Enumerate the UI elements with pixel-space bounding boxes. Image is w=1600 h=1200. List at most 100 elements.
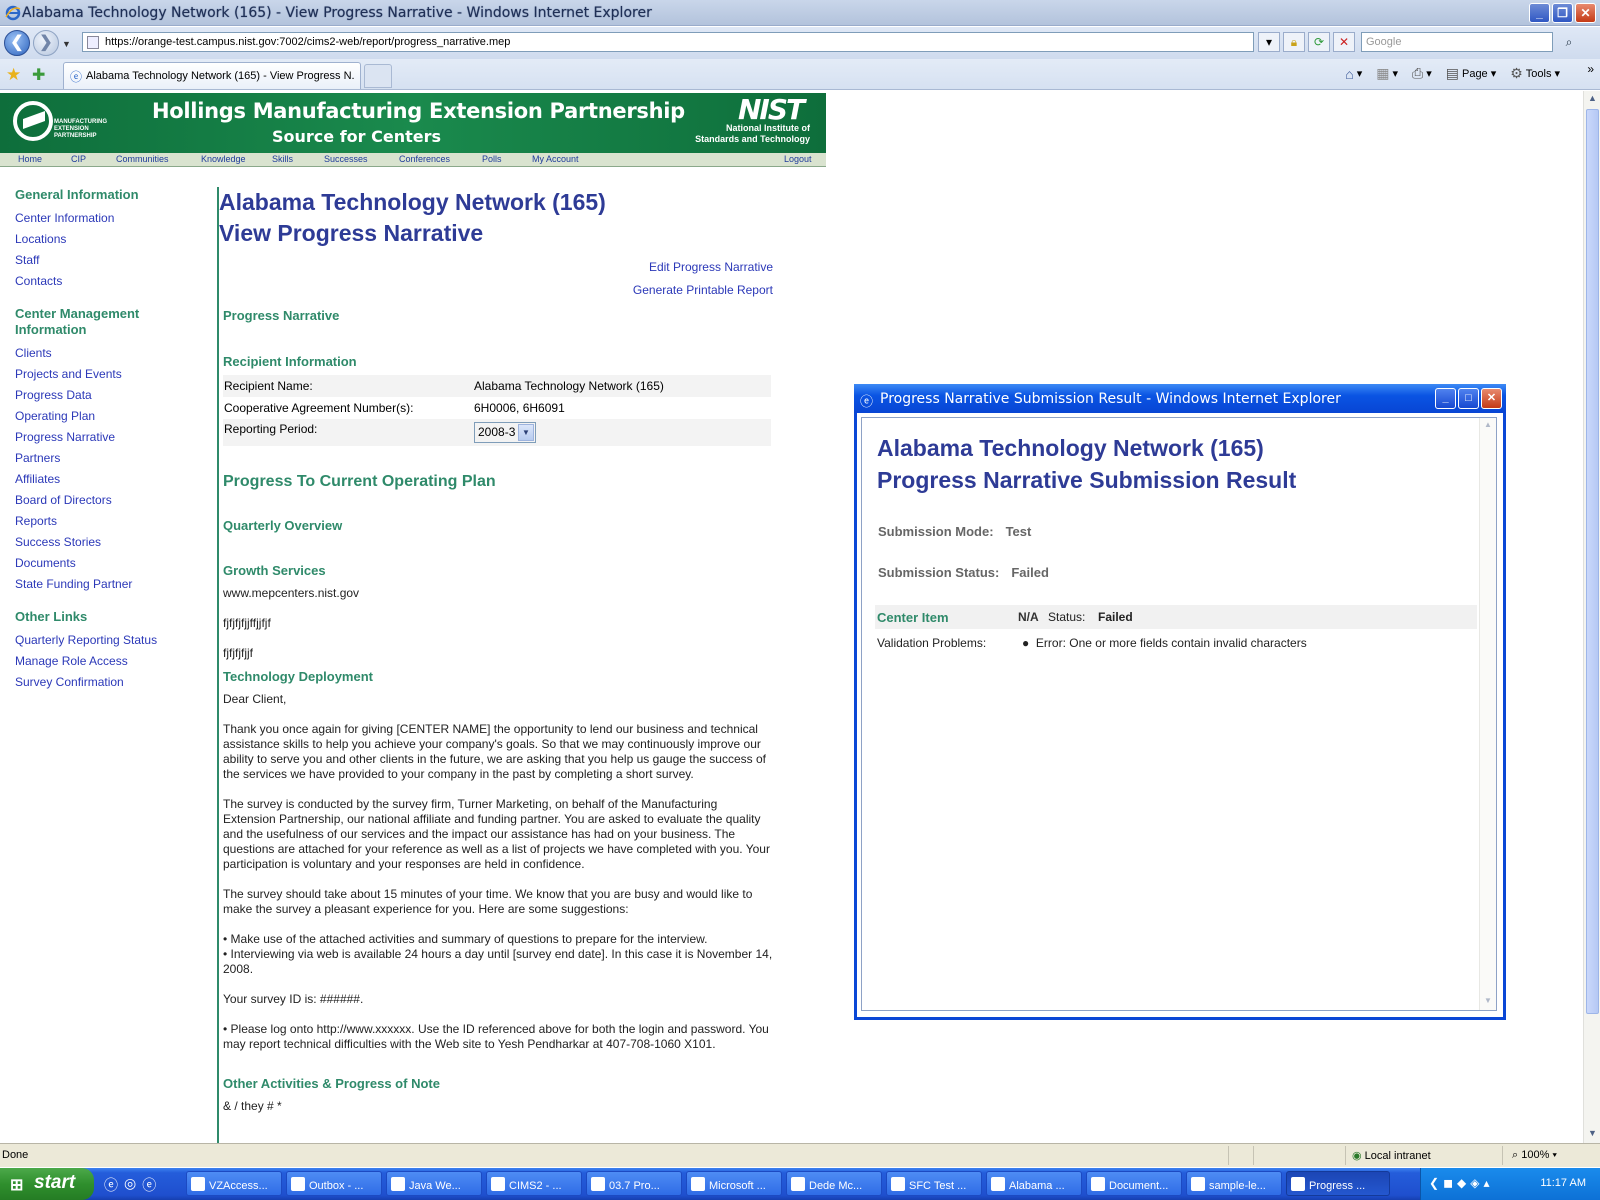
nav-state-funding-partner[interactable]: State Funding Partner: [15, 574, 210, 595]
taskbar-button[interactable]: 03.7 Pro...: [586, 1171, 682, 1196]
nav-projects-events[interactable]: Projects and Events: [15, 364, 210, 385]
stop-icon[interactable]: ✕: [1333, 32, 1355, 52]
taskbar-button[interactable]: Dede Mc...: [786, 1171, 882, 1196]
address-field[interactable]: https://orange-test.campus.nist.gov:7002…: [82, 32, 1254, 52]
nav-progress-data[interactable]: Progress Data: [15, 385, 210, 406]
restore-button[interactable]: ❐: [1552, 3, 1573, 23]
ie-quicklaunch-icon[interactable]: ⓔ: [104, 1175, 118, 1195]
taskbar-button[interactable]: Java We...: [386, 1171, 482, 1196]
popup-scrollbar[interactable]: ▲ ▼: [1479, 418, 1496, 1010]
nav-documents[interactable]: Documents: [15, 553, 210, 574]
nav-polls[interactable]: Polls: [482, 154, 502, 164]
taskbar-button[interactable]: Microsoft ...: [686, 1171, 782, 1196]
taskbar-button-label: Document...: [1109, 1180, 1169, 1192]
scroll-down-icon[interactable]: ▼: [1482, 996, 1494, 1008]
nav-conferences[interactable]: Conferences: [399, 154, 450, 164]
forward-button[interactable]: ❯: [33, 30, 59, 56]
scroll-up-icon[interactable]: ▲: [1586, 93, 1599, 106]
tray-network-icon[interactable]: ◆: [1457, 1176, 1466, 1190]
tray-shield-icon[interactable]: ◈: [1470, 1176, 1479, 1190]
outlook-quicklaunch-icon[interactable]: ◎: [124, 1175, 136, 1195]
taskbar-button[interactable]: CIMS2 - ...: [486, 1171, 582, 1196]
lock-icon[interactable]: 🔒︎: [1283, 32, 1305, 52]
nav-survey-confirmation[interactable]: Survey Confirmation: [15, 672, 210, 693]
nav-affiliates[interactable]: Affiliates: [15, 469, 210, 490]
popup-heading-line1: Alabama Technology Network (165): [877, 435, 1264, 461]
new-tab-button[interactable]: [364, 64, 392, 88]
nav-clients[interactable]: Clients: [15, 343, 210, 364]
taskbar-button[interactable]: sample-le...: [1186, 1171, 1282, 1196]
feeds-button[interactable]: ▦ ▾: [1376, 65, 1398, 82]
scroll-up-icon[interactable]: ▲: [1482, 420, 1494, 432]
address-url[interactable]: https://orange-test.campus.nist.gov:7002…: [105, 36, 510, 48]
taskbar-button[interactable]: Document...: [1086, 1171, 1182, 1196]
tools-menu[interactable]: ⚙ Tools ▾: [1510, 65, 1560, 82]
favorites-star-icon[interactable]: ★: [6, 65, 21, 85]
search-icon[interactable]: ⌕: [1557, 32, 1581, 52]
app-icon: [491, 1177, 505, 1191]
page-menu[interactable]: ▤ Page ▾: [1446, 65, 1496, 82]
history-dropdown-icon[interactable]: ▼: [62, 39, 71, 49]
tab-active[interactable]: ⓔ Alabama Technology Network (165) - Vie…: [63, 62, 361, 89]
scroll-thumb[interactable]: [1586, 109, 1599, 1014]
nav-knowledge[interactable]: Knowledge: [201, 154, 246, 164]
taskbar-button[interactable]: VZAccess...: [186, 1171, 282, 1196]
page-scrollbar[interactable]: ▲ ▼: [1583, 91, 1600, 1143]
nav-board-of-directors[interactable]: Board of Directors: [15, 490, 210, 511]
print-button[interactable]: ⎙ ▾: [1412, 65, 1432, 82]
nav-contacts[interactable]: Contacts: [15, 271, 210, 292]
nav-quarterly-reporting-status[interactable]: Quarterly Reporting Status: [15, 630, 210, 651]
taskbar-button-active[interactable]: Progress ...: [1286, 1171, 1390, 1196]
search-input[interactable]: Google: [1361, 32, 1553, 52]
coop-label: Cooperative Agreement Number(s):: [224, 401, 414, 415]
nav-operating-plan[interactable]: Operating Plan: [15, 406, 210, 427]
status-divider: [1253, 1146, 1254, 1165]
nav-reports[interactable]: Reports: [15, 511, 210, 532]
chevron-more-icon[interactable]: »: [1587, 62, 1594, 76]
taskbar-button[interactable]: Alabama ...: [986, 1171, 1082, 1196]
home-button[interactable]: ⌂ ▾: [1345, 66, 1362, 82]
tray-wifi-icon[interactable]: ▴: [1484, 1176, 1490, 1190]
reporting-period-select[interactable]: 2008-3 ▼: [474, 422, 536, 443]
nav-home[interactable]: Home: [18, 154, 42, 164]
nav-progress-narrative[interactable]: Progress Narrative: [15, 427, 210, 448]
address-dropdown-icon[interactable]: ▾: [1258, 32, 1280, 52]
page-icon: ▤: [1445, 65, 1459, 81]
refresh-icon[interactable]: ⟳: [1308, 32, 1330, 52]
nav-communities[interactable]: Communities: [116, 154, 169, 164]
nav-successes[interactable]: Successes: [324, 154, 368, 164]
nav-cip[interactable]: CIP: [71, 154, 86, 164]
zoom-control[interactable]: ⌕ 100% ▾: [1512, 1149, 1557, 1162]
add-favorites-icon[interactable]: ✚: [32, 65, 45, 85]
popup-close-button[interactable]: ✕: [1481, 388, 1502, 409]
nav-center-information[interactable]: Center Information: [15, 208, 210, 229]
security-zone[interactable]: ◉ Local intranet: [1352, 1149, 1431, 1162]
nav-locations[interactable]: Locations: [15, 229, 210, 250]
start-button[interactable]: ⊞ start: [0, 1168, 94, 1200]
popup-title-bar[interactable]: ⓔ Progress Narrative Submission Result -…: [854, 384, 1506, 413]
taskbar-button[interactable]: SFC Test ...: [886, 1171, 982, 1196]
nav-my-account[interactable]: My Account: [532, 154, 579, 164]
popup-minimize-button[interactable]: _: [1435, 388, 1456, 409]
generate-printable-report-link[interactable]: Generate Printable Report: [223, 279, 773, 302]
nav-staff[interactable]: Staff: [15, 250, 210, 271]
back-button[interactable]: ❮: [4, 30, 30, 56]
minimize-button[interactable]: _: [1529, 3, 1550, 23]
ie-page-icon: ⓔ: [70, 70, 83, 84]
popup-maximize-button[interactable]: □: [1458, 388, 1479, 409]
nav-success-stories[interactable]: Success Stories: [15, 532, 210, 553]
growth-url: www.mepcenters.nist.gov: [223, 586, 360, 600]
nav-logout[interactable]: Logout: [784, 154, 812, 164]
nav-skills[interactable]: Skills: [272, 154, 293, 164]
ie-quicklaunch-icon-2[interactable]: ⓔ: [142, 1175, 156, 1195]
nav-partners[interactable]: Partners: [15, 448, 210, 469]
taskbar-button[interactable]: Outbox - ...: [286, 1171, 382, 1196]
tray-app-icon[interactable]: ◼: [1443, 1176, 1453, 1190]
tray-chevron-icon[interactable]: ❮: [1429, 1176, 1439, 1190]
nav-manage-role-access[interactable]: Manage Role Access: [15, 651, 210, 672]
nist-subtitle: National Institute of Standards and Tech…: [695, 123, 810, 144]
scroll-down-icon[interactable]: ▼: [1586, 1128, 1599, 1141]
close-button[interactable]: ✕: [1575, 3, 1596, 23]
edit-progress-narrative-link[interactable]: Edit Progress Narrative: [223, 256, 773, 279]
chevron-down-icon[interactable]: ▼: [518, 424, 534, 441]
